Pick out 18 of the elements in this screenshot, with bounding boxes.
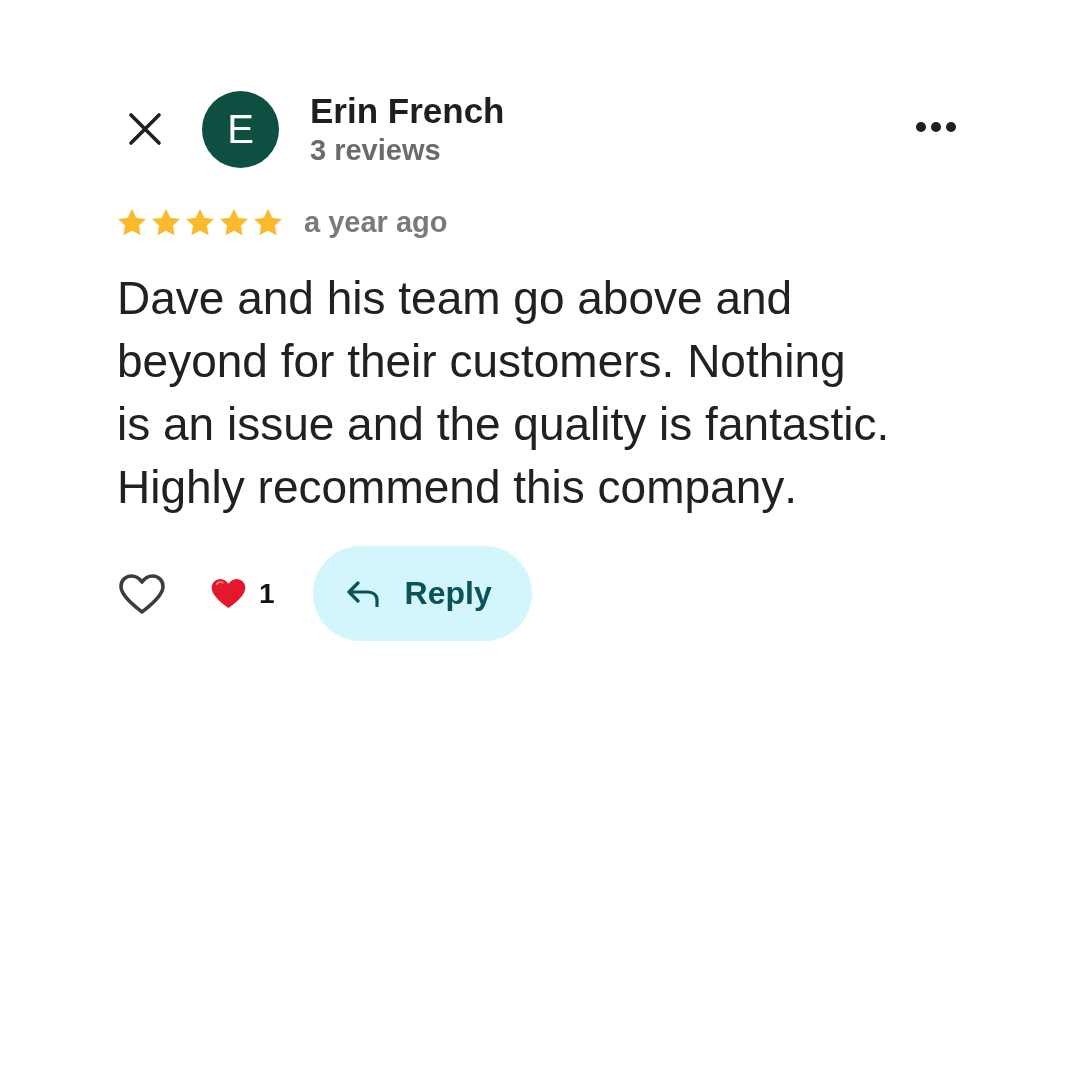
reply-arrow-icon (346, 580, 379, 607)
more-options-button[interactable] (916, 121, 956, 133)
star-icon (117, 208, 147, 237)
avatar: E (202, 90, 279, 168)
like-button[interactable] (117, 571, 167, 616)
star-icon (219, 208, 249, 237)
star-icon (253, 208, 283, 237)
reply-button[interactable]: Reply (312, 546, 532, 641)
review-count: 3 reviews (310, 133, 441, 168)
reaction-count: 1 (259, 577, 275, 610)
reviewer-name: Erin French (310, 90, 505, 132)
close-icon (128, 112, 162, 146)
star-icon (185, 208, 215, 237)
heart-icon (118, 572, 166, 615)
review-time: a year ago (304, 206, 448, 239)
star-icon (151, 208, 181, 237)
heart-icon (211, 578, 246, 609)
review-text: Dave and his team go above and beyond for their customers. Nothing is an issue and the quality is fantastic. Highly recommend this company. (117, 271, 890, 515)
